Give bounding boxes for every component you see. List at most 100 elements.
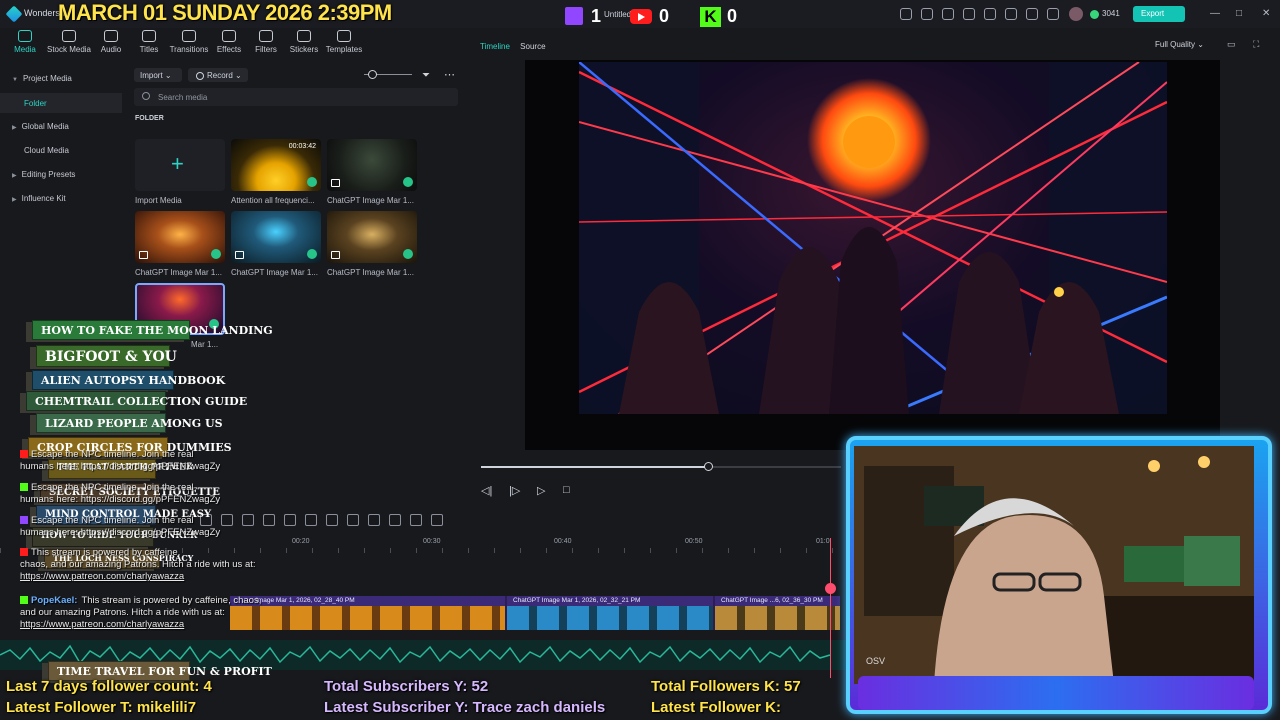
ruler-label: 00:20 (292, 538, 310, 545)
minimize-button[interactable]: — (1210, 8, 1220, 19)
tab-filters[interactable]: Filters (254, 30, 278, 54)
timeline-clip[interactable]: ChatGPT Image Mar 1, 2026, 02_32_21 PM (507, 596, 713, 630)
webcam-video (854, 446, 1254, 684)
latest-follower-kick: Latest Follower K: (651, 699, 782, 716)
chat-link[interactable]: https://www.patreon.com/charlyawazza (20, 619, 184, 630)
layout-icon[interactable] (963, 8, 975, 20)
sidebar-item-project-media[interactable]: ▼ Project Media (12, 74, 72, 83)
youtube-icon (20, 450, 28, 459)
color-icon[interactable] (347, 514, 359, 526)
book-spine: LIZARD PEOPLE AMONG US (36, 413, 223, 433)
crop-icon[interactable] (284, 514, 296, 526)
preview-image (579, 62, 1167, 414)
chevron-down-icon: ⌄ (164, 71, 172, 80)
total-subscribers-youtube: Total Subscribers Y: 52 (324, 678, 489, 695)
keyframe-icon[interactable] (410, 514, 422, 526)
gift-icon[interactable] (900, 8, 912, 20)
play-icon[interactable]: ▷ (537, 484, 545, 497)
ruler-label: 01:0 (816, 538, 830, 545)
sidebar-item-editing-presets[interactable]: ▶ Editing Presets (12, 170, 75, 179)
tab-source[interactable]: Source (520, 42, 545, 51)
slider-handle[interactable] (368, 70, 377, 79)
media-tile[interactable]: ChatGPT Image Mar 1... (135, 211, 225, 277)
tab-effects[interactable]: Effects (216, 30, 242, 54)
import-media-thumb: + (135, 139, 225, 191)
record-dropdown[interactable]: Record ⌄ (188, 68, 248, 82)
chat-text: humans here: https://discord.gg/pPFENZwa… (20, 527, 221, 538)
media-tile[interactable]: ChatGPT Image Mar 1... (327, 211, 417, 277)
timeline-clip[interactable]: ChatGPT Image ...6, 02_36_30 PM (715, 596, 840, 630)
import-media-tile[interactable]: + Import Media (135, 139, 225, 205)
tab-stickers[interactable]: Stickers (289, 30, 319, 54)
media-thumbnail (231, 211, 321, 263)
media-icon (18, 30, 32, 42)
speed-icon[interactable] (368, 514, 380, 526)
maximize-button[interactable]: □ (1236, 8, 1242, 19)
youtube-viewer-count: 0 (659, 6, 670, 26)
media-tile[interactable]: ChatGPT Image Mar 1... (327, 139, 417, 205)
playhead-handle[interactable] (825, 583, 836, 594)
more-icon[interactable]: ⋯ (444, 68, 455, 81)
import-dropdown[interactable]: Import ⌄ (134, 68, 182, 82)
ruler-label: 00:30 (423, 538, 441, 545)
transitions-icon (182, 30, 196, 42)
media-thumbnail: 00:03:42 (231, 139, 321, 191)
tab-templates[interactable]: Templates (325, 30, 363, 54)
media-thumbnail (327, 139, 417, 191)
caret-right-icon: ▶ (12, 173, 17, 179)
sidebar-item-folder[interactable]: Folder (0, 93, 122, 113)
search-input[interactable] (158, 91, 438, 103)
tab-titles[interactable]: Titles (137, 30, 161, 54)
tab-timeline[interactable]: Timeline (480, 42, 510, 51)
mask-icon[interactable] (389, 514, 401, 526)
media-thumbnail (327, 211, 417, 263)
cloud-icon[interactable] (1005, 8, 1017, 20)
sidebar-item-label: Global Media (21, 122, 69, 131)
chat-link[interactable]: https://www.patreon.com/charlyawazza (20, 571, 184, 582)
tab-transitions[interactable]: Transitions (169, 30, 209, 54)
kick-viewer-count: 0 (727, 6, 738, 26)
help-icon[interactable] (1026, 8, 1038, 20)
ai-icon[interactable] (431, 514, 443, 526)
quality-dropdown[interactable]: Full Quality ⌄ (1155, 40, 1204, 49)
ruler-label: 00:50 (685, 538, 703, 545)
progress-handle[interactable] (703, 462, 713, 471)
audio-edit-icon[interactable] (326, 514, 338, 526)
image-icon (139, 251, 148, 259)
media-tile[interactable]: ChatGPT Image Mar 1... (231, 211, 321, 277)
snapshot-icon[interactable]: ▭ (1227, 39, 1236, 50)
sidebar-item-global-media[interactable]: ▶ Global Media (12, 122, 69, 131)
screen-icon[interactable] (942, 8, 954, 20)
fullscreen-icon[interactable]: ⛶ (1253, 39, 1259, 50)
tab-stock-media[interactable]: Stock Media (46, 30, 92, 54)
import-label: Import (140, 71, 163, 80)
close-button[interactable]: ✕ (1262, 8, 1270, 19)
follower-count-7days: Last 7 days follower count: 4 (6, 678, 212, 695)
chat-text: chaos, and our amazing Patrons. Hitch a … (20, 559, 256, 570)
preview-player[interactable] (525, 60, 1220, 450)
tab-media[interactable]: Media (12, 30, 38, 54)
sidebar-item-influence-kit[interactable]: ▶ Influence Kit (12, 194, 66, 203)
send-icon[interactable] (921, 8, 933, 20)
previous-frame-icon[interactable]: ◁| (481, 484, 492, 497)
chat-message: Escape the NPC timeline. Join the real hu… (20, 449, 280, 473)
stop-icon[interactable]: □ (563, 484, 570, 496)
next-frame-icon[interactable]: |▷ (509, 484, 520, 497)
tab-templates-label: Templates (325, 45, 363, 54)
chat-text: This stream is powered by caffeine, (31, 547, 181, 558)
playback-progress-bar[interactable] (481, 462, 841, 471)
sidebar-item-label: Influence Kit (21, 194, 66, 203)
save-icon[interactable] (984, 8, 996, 20)
sidebar-item-cloud-media[interactable]: Cloud Media (24, 146, 69, 155)
export-button[interactable]: Export (1133, 6, 1185, 22)
filter-icon[interactable]: ⏷ (422, 70, 430, 81)
tab-audio[interactable]: Audio (99, 30, 123, 54)
templates-icon (337, 30, 351, 42)
avatar[interactable] (1069, 7, 1083, 21)
chat-text: and our amazing Patrons. Hitch a ride wi… (20, 607, 225, 618)
timeline-playhead[interactable] (830, 538, 831, 678)
grid-icon[interactable] (1047, 8, 1059, 20)
media-tile[interactable]: 00:03:42 Attention all frequenci... (231, 139, 321, 205)
media-sidebar: ▼ Project Media Folder ▶ Global Media Clou… (0, 66, 124, 316)
text-icon[interactable] (305, 514, 317, 526)
